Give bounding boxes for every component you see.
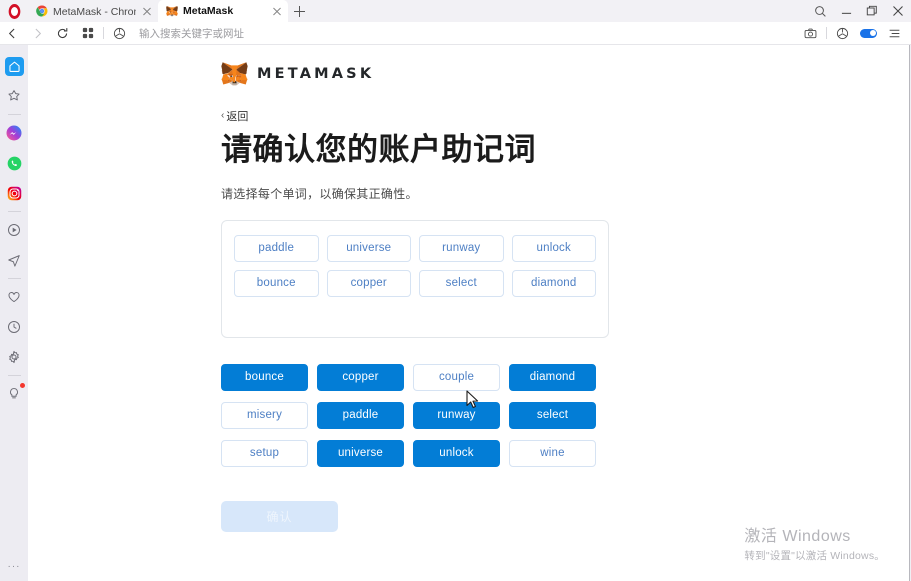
- snapshot-camera-icon[interactable]: [798, 22, 823, 45]
- tab-title: MetaMask: [183, 5, 234, 17]
- tab-close-icon[interactable]: [141, 5, 153, 17]
- vpn-toggle[interactable]: [860, 28, 877, 38]
- browser-window: MetaMask - Chrome 网上... MetaMask: [0, 0, 911, 581]
- word-bank-grid: bounce copper couple diamond misery padd…: [221, 363, 596, 467]
- toolbar-divider: [826, 27, 827, 39]
- selected-word-chip[interactable]: copper: [326, 269, 411, 297]
- selected-word-chip[interactable]: universe: [326, 234, 411, 262]
- tab-close-icon[interactable]: [271, 5, 283, 17]
- sidebar-item-home[interactable]: [0, 51, 28, 81]
- selected-word-chip[interactable]: runway: [419, 234, 504, 262]
- windows-activation-watermark: 激活 Windows 转到"设置"以激活 Windows。: [744, 522, 885, 563]
- sidebar-item-whatsapp[interactable]: [0, 148, 28, 178]
- speed-dial-icon[interactable]: [75, 22, 100, 45]
- player-icon: [8, 224, 20, 236]
- search-icon[interactable]: [807, 0, 833, 22]
- sidebar-item-favorites[interactable]: [0, 282, 28, 312]
- send-icon: [8, 255, 20, 267]
- metamask-confirm-seed-page: METAMASK ‹ 返回 请确认您的账户助记词 请选择每个单词，以确保其正确性…: [221, 45, 691, 532]
- metamask-fox-icon: [221, 62, 248, 86]
- tab-bar: MetaMask - Chrome 网上... MetaMask: [0, 0, 911, 22]
- sidebar-item-workspaces[interactable]: [0, 81, 28, 111]
- sidebar-more-button[interactable]: ···: [0, 557, 28, 575]
- toolbar-actions: [798, 22, 911, 45]
- navigation-bar: 输入搜索关键字或网址: [0, 22, 911, 45]
- sidebar-item-settings[interactable]: [0, 342, 28, 372]
- opera-logo-icon[interactable]: [0, 0, 28, 22]
- sidebar-item-tips[interactable]: [0, 379, 28, 409]
- vpn-shield-icon[interactable]: [830, 22, 855, 45]
- metamask-brand: METAMASK: [221, 61, 691, 86]
- word-bank-button[interactable]: bounce: [221, 363, 308, 391]
- word-bank-button[interactable]: runway: [413, 401, 500, 429]
- instagram-icon: [7, 186, 21, 200]
- opera-sidebar: ···: [0, 45, 28, 581]
- maximize-icon[interactable]: [859, 0, 885, 22]
- gear-icon: [9, 350, 19, 364]
- sidebar-divider: [7, 211, 21, 212]
- chrome-icon: [36, 5, 48, 17]
- back-link[interactable]: ‹ 返回: [221, 108, 691, 124]
- metamask-fox-icon: [166, 6, 178, 17]
- word-bank-button[interactable]: paddle: [317, 401, 404, 429]
- new-tab-button[interactable]: [288, 0, 310, 22]
- home-icon: [8, 61, 20, 72]
- sidebar-divider: [7, 375, 21, 376]
- forward-arrow-icon[interactable]: [25, 22, 50, 45]
- watermark-title: 激活 Windows: [744, 528, 851, 545]
- selected-word-chip[interactable]: bounce: [234, 269, 319, 297]
- minimize-icon[interactable]: [833, 0, 859, 22]
- lightbulb-icon: [10, 388, 18, 399]
- selected-words-panel: paddle universe runway unlock bounce cop…: [221, 219, 609, 338]
- sidebar-item-history[interactable]: [0, 312, 28, 342]
- toolbar-divider: [103, 27, 104, 39]
- chevron-left-icon: ‹: [221, 110, 225, 121]
- word-bank-button[interactable]: diamond: [509, 363, 596, 391]
- sidebar-item-messenger[interactable]: [0, 118, 28, 148]
- reload-icon[interactable]: [50, 22, 75, 45]
- tab-metamask[interactable]: MetaMask: [158, 0, 288, 22]
- word-bank-button[interactable]: universe: [317, 439, 404, 467]
- word-bank-button[interactable]: copper: [317, 363, 404, 391]
- tab-title: MetaMask - Chrome 网上...: [53, 5, 136, 18]
- word-bank-button[interactable]: wine: [509, 439, 596, 467]
- page-title: 请确认您的账户助记词: [221, 132, 536, 167]
- selected-word-chip[interactable]: unlock: [511, 234, 596, 262]
- sidebar-divider: [7, 278, 21, 279]
- selected-word-chip[interactable]: diamond: [511, 269, 596, 297]
- sidebar-divider: [7, 114, 21, 115]
- notification-badge: [20, 383, 25, 388]
- confirm-button[interactable]: 确认: [221, 500, 338, 532]
- selected-words-grid: paddle universe runway unlock bounce cop…: [234, 234, 596, 297]
- sidebar-item-instagram[interactable]: [0, 178, 28, 208]
- back-arrow-icon[interactable]: [0, 22, 25, 45]
- selected-word-chip[interactable]: select: [419, 269, 504, 297]
- heart-icon: [8, 292, 20, 303]
- page-viewport: METAMASK ‹ 返回 请确认您的账户助记词 请选择每个单词，以确保其正确性…: [28, 45, 910, 581]
- vpn-shield-icon[interactable]: [107, 22, 132, 45]
- metamask-wordmark: METAMASK: [257, 65, 375, 82]
- clock-icon: [8, 321, 20, 333]
- word-bank-button[interactable]: select: [509, 401, 596, 429]
- star-icon: [8, 90, 20, 101]
- whatsapp-icon: [7, 156, 21, 170]
- sidebar-item-player[interactable]: [0, 215, 28, 245]
- address-input[interactable]: 输入搜索关键字或网址: [132, 22, 798, 45]
- selected-word-chip[interactable]: paddle: [234, 234, 319, 262]
- word-bank-button[interactable]: unlock: [413, 439, 500, 467]
- menu-icon[interactable]: [882, 22, 907, 45]
- word-bank-button[interactable]: misery: [221, 401, 308, 429]
- watermark-subtitle: 转到"设置"以激活 Windows。: [744, 550, 885, 562]
- tab-metamask-chrome-store[interactable]: MetaMask - Chrome 网上...: [28, 0, 158, 22]
- sidebar-item-telegram[interactable]: [0, 245, 28, 275]
- close-icon[interactable]: [885, 0, 911, 22]
- back-link-label: 返回: [226, 111, 249, 123]
- messenger-icon: [6, 125, 22, 141]
- word-bank-button[interactable]: couple: [413, 363, 500, 391]
- window-controls: [807, 0, 911, 22]
- address-placeholder: 输入搜索关键字或网址: [139, 27, 244, 40]
- page-subtitle: 请选择每个单词，以确保其正确性。: [221, 186, 418, 201]
- word-bank-button[interactable]: setup: [221, 439, 308, 467]
